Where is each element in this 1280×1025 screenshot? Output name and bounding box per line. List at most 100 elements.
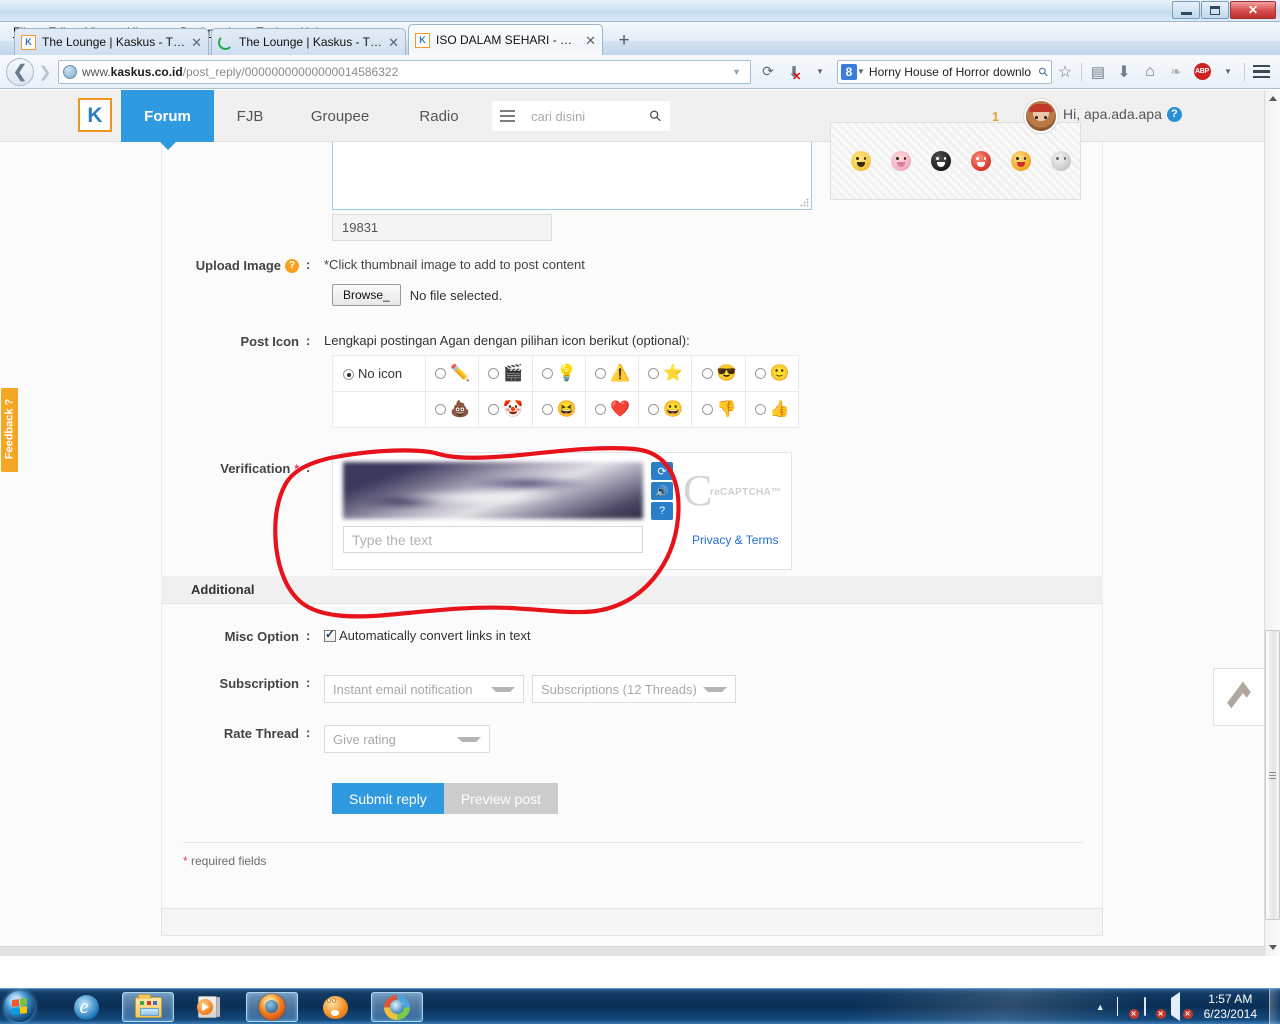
close-button[interactable]: ✕ [1230, 1, 1276, 19]
reading-list-icon[interactable]: ▤ [1085, 59, 1111, 85]
angry-red-face-icon[interactable] [971, 151, 991, 171]
minimize-button[interactable] [1172, 1, 1200, 19]
grey-face-sign-icon[interactable] [1051, 151, 1071, 171]
radio[interactable] [754, 404, 766, 415]
radio[interactable] [754, 368, 766, 379]
search-engine-icon[interactable]: 8 [841, 63, 857, 80]
feedback-tab[interactable]: Feedback ? [1, 388, 18, 472]
tab-close-icon[interactable]: ✕ [388, 36, 399, 49]
reply-textarea[interactable] [332, 142, 812, 210]
captcha-help-icon[interactable]: ? [651, 502, 673, 520]
captcha-audio-icon[interactable]: 🔊 [651, 482, 673, 500]
kaskus-logo[interactable]: K [78, 98, 112, 132]
browser-tab-2[interactable]: The Lounge | Kaskus - The ... ✕ [211, 28, 406, 55]
upload-help-icon[interactable]: ? [285, 259, 299, 273]
scroll-to-top-button[interactable] [1213, 668, 1265, 726]
captcha-text-input[interactable]: Type the text [343, 526, 643, 553]
post-icon-option-lightbulb[interactable]: 💡 [531, 355, 586, 392]
taskbar-gimp[interactable] [309, 992, 361, 1022]
submit-reply-button[interactable]: Submit reply [332, 783, 444, 814]
home-icon[interactable]: ⌂ [1137, 59, 1163, 85]
nav-item-fjb[interactable]: FJB [214, 90, 286, 142]
scrollbar-thumb[interactable] [1265, 630, 1280, 920]
sync-icon[interactable]: ❧ [1163, 59, 1189, 85]
radio[interactable] [594, 404, 606, 415]
browser-tab-3-active[interactable]: K ISO DALAM SEHARI - SEM... ✕ [408, 24, 603, 55]
radio[interactable] [648, 368, 660, 379]
nav-item-groupee[interactable]: Groupee [286, 90, 394, 142]
post-icon-option-shy[interactable]: 🙂 [744, 355, 800, 392]
downloads-arrow-icon[interactable]: ⬇ [1111, 59, 1137, 85]
taskbar-firefox[interactable] [246, 992, 298, 1022]
post-icon-option-clown[interactable]: 🤡 [478, 391, 533, 428]
new-tab-button[interactable]: + [611, 29, 637, 53]
black-face-rose-icon[interactable] [931, 151, 951, 171]
pig-face-icon[interactable] [891, 151, 911, 171]
radio[interactable] [541, 368, 553, 379]
browser-tab-1[interactable]: K The Lounge | Kaskus - The ... ✕ [14, 28, 209, 55]
radio[interactable] [435, 368, 447, 379]
radio[interactable] [648, 404, 660, 415]
convert-links-checkbox[interactable] [324, 627, 336, 642]
post-icon-option-poop[interactable]: 💩 [424, 391, 480, 428]
no-icon-radio[interactable] [343, 369, 354, 381]
network-icon[interactable]: ✕ [1143, 996, 1166, 1019]
tab-close-icon[interactable]: ✕ [585, 34, 596, 47]
taskbar-internet-explorer[interactable] [60, 992, 112, 1022]
privacy-terms-link[interactable]: Privacy & Terms [692, 533, 778, 547]
back-icon[interactable]: ❮ [6, 57, 34, 86]
radio[interactable] [488, 368, 500, 379]
avatar[interactable] [1026, 101, 1056, 131]
adblock-icon[interactable]: ABP [1189, 59, 1215, 85]
radio[interactable] [701, 368, 713, 379]
downloads-icon[interactable]: ⬇ ✕ [781, 59, 807, 85]
page-scrollbar[interactable] [1264, 90, 1280, 956]
adblock-chevron-icon[interactable]: ▼ [1215, 59, 1241, 85]
radio[interactable] [488, 404, 500, 415]
scrollbar-up-arrow-icon[interactable] [1265, 90, 1280, 107]
post-icon-option-pencil[interactable]: ✏️ [424, 355, 480, 392]
clock[interactable]: 1:57 AM 6/23/2014 [1194, 992, 1267, 1022]
post-icon-option-warning[interactable]: ⚠️ [584, 355, 640, 392]
shocked-yellow-face-icon[interactable] [851, 151, 871, 171]
volume-icon[interactable]: ✕ [1170, 991, 1193, 1021]
start-button[interactable] [4, 991, 35, 1022]
post-icon-option-thumb-up[interactable]: 👍 [744, 391, 800, 428]
post-icon-option-heart[interactable]: ❤️ [584, 391, 640, 428]
radio[interactable] [541, 404, 553, 415]
captcha-reload-icon[interactable]: ⟳ [651, 462, 673, 480]
user-greeting[interactable]: Hi, apa.ada.apa ? [1063, 106, 1182, 122]
search-bar[interactable]: 8 ▼ Horny House of Horror downlo ⚲ [837, 59, 1052, 84]
scrollbar-down-arrow-icon[interactable] [1265, 939, 1280, 956]
resize-handle-icon[interactable] [800, 198, 809, 207]
radio[interactable] [594, 368, 606, 379]
taskbar-download-manager[interactable] [371, 992, 423, 1022]
tab-close-icon[interactable]: ✕ [191, 36, 202, 49]
search-engine-chevron-icon[interactable]: ▼ [857, 67, 865, 76]
give-rating-select[interactable]: Give rating [324, 725, 490, 753]
no-icon-option[interactable]: No icon [332, 355, 426, 392]
address-bar[interactable]: www.kaskus.co.id/post_reply/000000000000… [58, 59, 751, 84]
bookmark-star-icon[interactable]: ☆ [1052, 59, 1078, 85]
kiss-face-icon[interactable] [1011, 151, 1031, 171]
show-desktop-button[interactable] [1269, 989, 1280, 1025]
post-icon-option-blue-smile[interactable]: 😀 [638, 391, 693, 428]
radio[interactable] [701, 404, 713, 415]
post-icon-option-thumb-down[interactable]: 👎 [691, 391, 746, 428]
flag-action-center-icon[interactable]: ✕ [1116, 996, 1139, 1019]
search-input[interactable]: Horny House of Horror downlo [869, 65, 1039, 79]
email-notification-select[interactable]: Instant email notification [324, 675, 524, 703]
taskbar-media-player[interactable] [184, 992, 236, 1022]
category-menu-hamburger-icon[interactable] [492, 101, 522, 131]
reload-icon[interactable]: ⟳ [755, 59, 781, 85]
kaskus-search-input[interactable]: cari disini ⚲ [522, 101, 670, 131]
preview-post-button[interactable]: Preview post [443, 783, 558, 814]
sidebar-item-forum[interactable]: Forum [121, 90, 214, 150]
forward-icon[interactable]: ❯ [36, 58, 54, 86]
browse-button[interactable]: Browse_ [332, 284, 401, 306]
notification-badge[interactable]: 1 [986, 107, 1005, 126]
radio[interactable] [435, 404, 447, 415]
post-icon-option-clapperboard[interactable]: 🎬 [478, 355, 533, 392]
downloads-dropdown-icon[interactable]: ▼ [807, 59, 833, 85]
chevron-down-icon[interactable]: ▼ [727, 67, 746, 77]
